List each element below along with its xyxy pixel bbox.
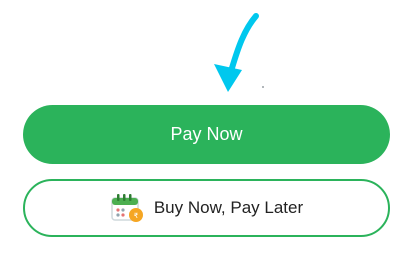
calendar-pay-icon: ₹: [111, 194, 143, 222]
svg-text:₹: ₹: [134, 212, 139, 220]
buy-now-pay-later-button[interactable]: ₹ Buy Now, Pay Later: [23, 179, 390, 237]
pay-now-label: Pay Now: [170, 124, 243, 144]
pay-now-button[interactable]: Pay Now: [23, 105, 390, 164]
curved-arrow-down-icon: [214, 13, 259, 92]
speck: [262, 86, 264, 88]
checkout-actions: Pay Now ₹ Buy Now, Pay Later: [0, 0, 415, 268]
buy-now-pay-later-label: Buy Now, Pay Later: [153, 198, 304, 217]
